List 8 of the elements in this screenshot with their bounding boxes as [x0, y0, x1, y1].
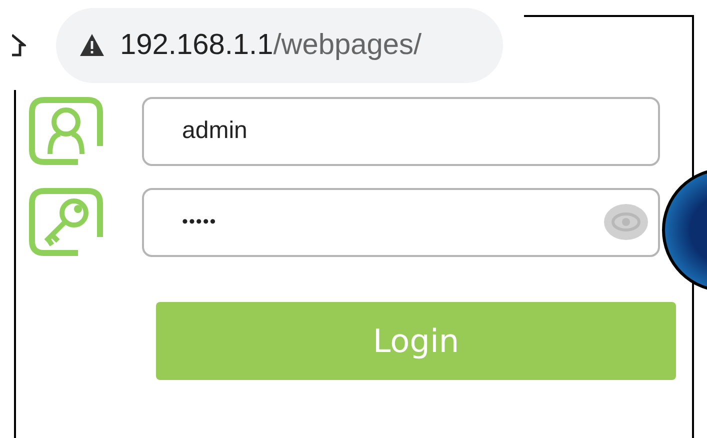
user-icon [28, 96, 104, 166]
password-field[interactable]: ••••• [142, 188, 660, 256]
home-icon[interactable] [12, 33, 26, 57]
url-text: 192.168.1.1/webpages/ [120, 28, 422, 62]
username-field[interactable]: admin [142, 96, 660, 166]
address-bar[interactable]: 192.168.1.1/webpages/ [56, 8, 503, 82]
warning-icon [80, 34, 104, 56]
key-icon [28, 187, 104, 257]
